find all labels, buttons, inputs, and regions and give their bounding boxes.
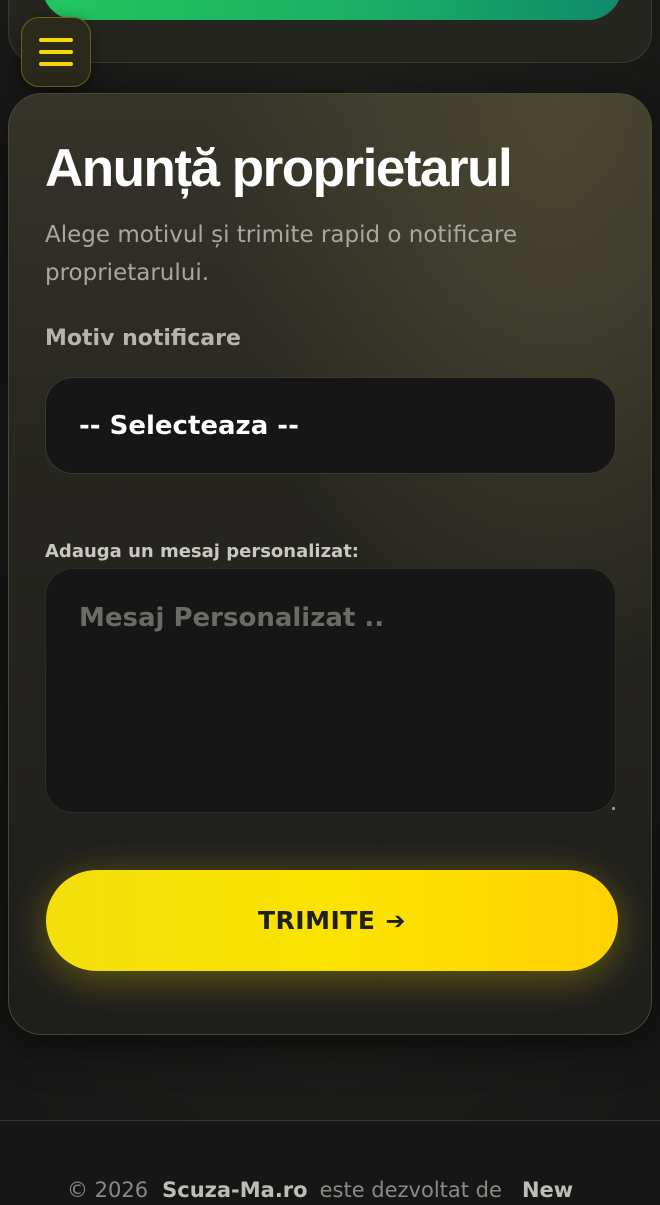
message-label: Adauga un mesaj personalizat: <box>45 541 360 562</box>
submit-label: TRIMITE <box>257 906 376 935</box>
submit-button[interactable]: TRIMITE ➔ <box>46 870 618 971</box>
arrow-right-icon: ➔ <box>385 906 407 935</box>
footer-divider <box>0 1120 660 1121</box>
footer-developer-link[interactable]: New <box>522 1178 573 1202</box>
message-textarea[interactable]: Mesaj Personalizat .. <box>45 568 616 813</box>
notify-owner-card: Anunță proprietarul Alege motivul și tri… <box>8 93 652 1035</box>
footer-text: © 2026 Scuza-Ma.ro este dezvoltat de New <box>67 1178 573 1202</box>
hamburger-icon-line <box>39 50 73 54</box>
top-action-button[interactable] <box>42 0 622 20</box>
reason-label: Motiv notificare <box>45 326 241 351</box>
message-placeholder: Mesaj Personalizat .. <box>79 603 385 633</box>
footer-brand-link[interactable]: Scuza-Ma.ro <box>162 1178 307 1202</box>
footer-developed-by: este dezvoltat de <box>319 1178 502 1202</box>
resize-handle[interactable] <box>612 807 615 810</box>
hamburger-icon <box>39 38 73 42</box>
hamburger-icon-line <box>39 62 73 66</box>
page-subtitle: Alege motivul și trimite rapid o notific… <box>45 222 518 286</box>
reason-select-value: -- Selecteaza -- <box>79 410 299 441</box>
reason-select[interactable]: -- Selecteaza -- <box>45 377 616 474</box>
page: Anunță proprietarul Alege motivul și tri… <box>0 0 660 1205</box>
menu-button[interactable] <box>21 17 91 87</box>
page-title: Anunță proprietarul <box>45 139 513 198</box>
footer-copyright: © 2026 <box>67 1178 149 1202</box>
